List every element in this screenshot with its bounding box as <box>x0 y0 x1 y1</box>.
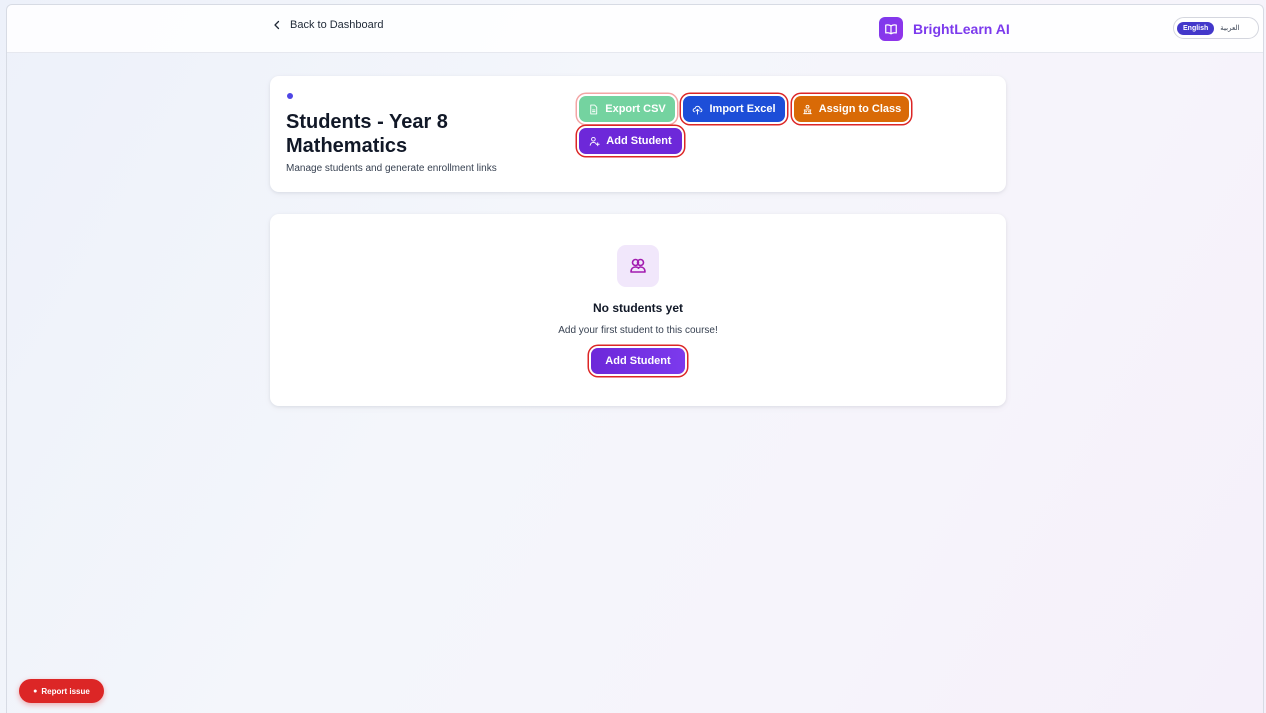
course-header-card: Students - Year 8 Mathematics Manage stu… <box>270 76 1006 192</box>
status-dot <box>287 93 293 99</box>
back-to-dashboard-link[interactable]: Back to Dashboard <box>272 19 384 31</box>
user-plus-icon <box>589 136 600 146</box>
import-excel-button[interactable]: Import Excel <box>683 96 785 122</box>
add-first-student-label: Add Student <box>605 355 671 367</box>
import-excel-label: Import Excel <box>709 103 776 115</box>
top-navbar: Back to Dashboard BrightLearn AI English… <box>7 5 1263 53</box>
students-empty-state: No students yet Add your first student t… <box>270 214 1006 406</box>
assign-to-class-button[interactable]: Assign to Class <box>794 96 909 122</box>
page-subtitle: Manage students and generate enrollment … <box>286 163 497 174</box>
empty-state-title: No students yet <box>592 301 683 315</box>
empty-state-message: Add your first student to this course! <box>558 325 718 336</box>
add-student-button[interactable]: Add Student <box>579 128 682 154</box>
brand-name: BrightLearn AI <box>913 21 1010 37</box>
lang-arabic-option[interactable]: العربية <box>1220 24 1239 32</box>
book-open-icon <box>879 17 903 41</box>
users-icon <box>617 245 659 287</box>
app-window: Back to Dashboard BrightLearn AI English… <box>6 4 1264 713</box>
brand[interactable]: BrightLearn AI <box>879 17 1010 41</box>
lang-english-option[interactable]: English <box>1177 21 1215 35</box>
report-issue-label: Report issue <box>41 686 90 696</box>
add-student-label: Add Student <box>606 135 672 147</box>
export-csv-label: Export CSV <box>605 103 666 115</box>
chevron-left-icon <box>274 20 280 30</box>
cloud-upload-icon <box>693 105 703 115</box>
bug-icon: ● <box>33 687 38 695</box>
export-csv-button[interactable]: Export CSV <box>579 96 675 122</box>
language-switcher: English العربية <box>1173 17 1259 39</box>
add-first-student-button[interactable]: Add Student <box>591 348 685 374</box>
classroom-icon <box>803 104 812 114</box>
page-title: Students - Year 8 Mathematics <box>286 111 448 157</box>
file-icon <box>590 104 598 114</box>
assign-to-class-label: Assign to Class <box>818 103 902 115</box>
report-issue-button[interactable]: ● Report issue <box>19 679 104 703</box>
back-link-label: Back to Dashboard <box>290 19 384 31</box>
